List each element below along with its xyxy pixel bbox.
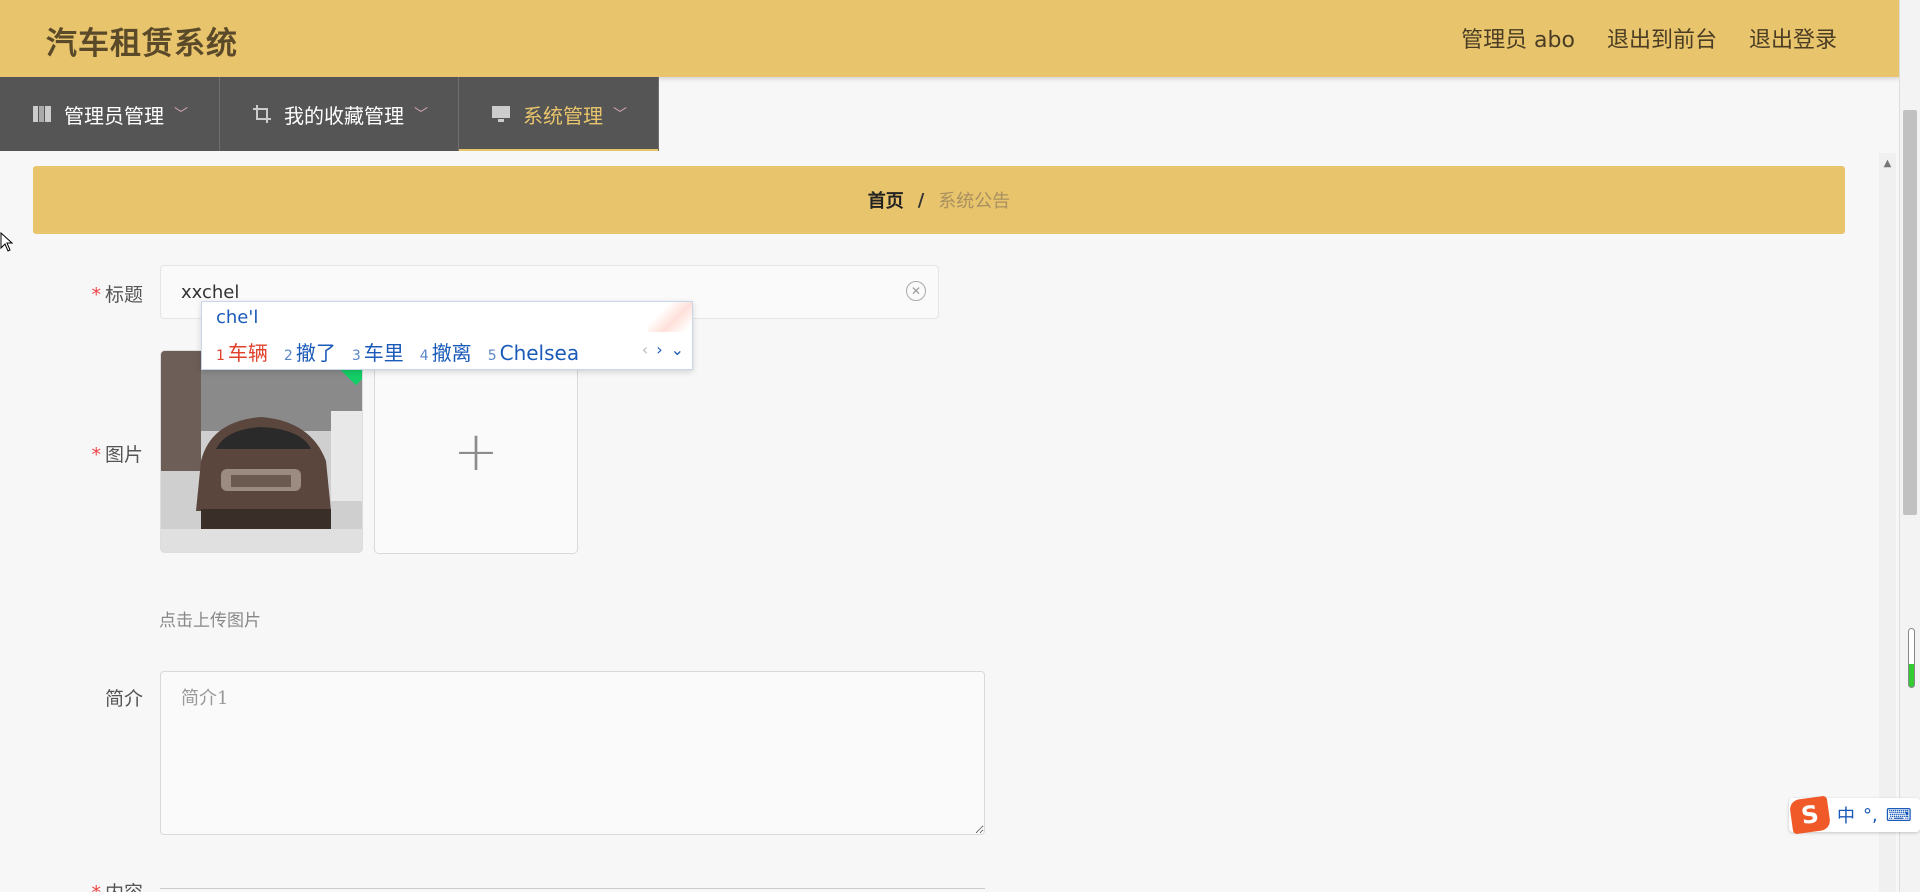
candidate-number: 5 bbox=[487, 348, 497, 364]
building-icon bbox=[32, 104, 52, 124]
candidate-number: 1 bbox=[216, 348, 225, 364]
ime-candidate[interactable]: 5 Chelsea bbox=[488, 341, 579, 365]
ime-punct-toggle[interactable]: °, bbox=[1863, 805, 1878, 826]
main-nav: 管理员管理 ﹀ 我的收藏管理 ﹀ 系统管理 ﹀ bbox=[0, 77, 659, 151]
plus-icon: + bbox=[453, 420, 499, 483]
breadcrumb-separator: / bbox=[917, 189, 925, 211]
candidate-text: 车辆 bbox=[227, 341, 268, 365]
admin-user-label[interactable]: 管理员 abo bbox=[1461, 22, 1575, 54]
uploaded-car-image[interactable] bbox=[160, 350, 363, 553]
ime-toolbar: S 中 °, ⌨ bbox=[1788, 795, 1920, 835]
logout-link[interactable]: 退出登录 bbox=[1749, 22, 1837, 54]
ime-composition: che'l bbox=[216, 307, 259, 328]
prev-page-icon[interactable]: ‹ bbox=[642, 340, 648, 359]
candidate-number: 4 bbox=[419, 348, 429, 364]
candidate-text: 撤离 bbox=[431, 341, 472, 365]
candidate-text: 撤了 bbox=[295, 341, 336, 365]
required-mark: * bbox=[91, 444, 101, 466]
content-editor[interactable] bbox=[160, 888, 985, 892]
intro-textarea-wrap bbox=[160, 671, 985, 835]
ime-candidate[interactable]: 4 撤离 bbox=[420, 337, 472, 366]
ime-candidate[interactable]: 1 车辆 bbox=[216, 337, 268, 366]
upload-image-button[interactable]: + bbox=[374, 350, 578, 554]
nav-admin-management-label: 管理员管理 bbox=[64, 103, 164, 128]
sogou-logo-icon[interactable]: S bbox=[1788, 795, 1832, 835]
required-mark: * bbox=[91, 284, 101, 306]
top-header: 汽车租赁系统 管理员 abo 退出到前台 退出登录 bbox=[0, 0, 1899, 77]
header-links: 管理员 abo 退出到前台 退出登录 bbox=[1461, 22, 1837, 54]
mouse-cursor-icon bbox=[0, 232, 14, 252]
battery-indicator-icon bbox=[1908, 628, 1915, 688]
nav-system-management-label: 系统管理 bbox=[523, 103, 603, 128]
title-label: * 标题 bbox=[33, 280, 143, 307]
expand-icon[interactable]: ⌄ bbox=[671, 340, 684, 359]
upload-hint: 点击上传图片 bbox=[159, 611, 261, 631]
breadcrumb-home[interactable]: 首页 bbox=[868, 187, 904, 213]
content-label-text: 内容 bbox=[105, 882, 143, 892]
required-mark: * bbox=[91, 882, 101, 892]
breadcrumb: 首页 / 系统公告 bbox=[33, 166, 1845, 234]
breadcrumb-current: 系统公告 bbox=[938, 191, 1011, 212]
nav-system-management[interactable]: 系统管理 ﹀ bbox=[459, 77, 659, 151]
brand-title: 汽车租赁系统 bbox=[46, 26, 238, 62]
candidate-number: 2 bbox=[283, 348, 293, 364]
candidate-number: 3 bbox=[351, 348, 361, 364]
ime-candidate-popup: che'l 1 车辆 2 撤了 3 车里 4 撤离 5 Chelsea ‹ › ⌄ bbox=[201, 301, 693, 370]
chevron-down-icon: ﹀ bbox=[174, 107, 188, 123]
scrollbar-thumb[interactable] bbox=[1903, 110, 1917, 515]
ime-candidate[interactable]: 2 撤了 bbox=[284, 337, 336, 366]
content-scrollbar[interactable]: ▲ bbox=[1879, 153, 1896, 892]
intro-label: 简介 bbox=[33, 684, 143, 711]
ime-candidates: 1 车辆 2 撤了 3 车里 4 撤离 5 Chelsea bbox=[216, 337, 579, 366]
candidate-text: Chelsea bbox=[499, 341, 580, 365]
title-label-text: 标题 bbox=[104, 284, 143, 306]
nav-favorites-management[interactable]: 我的收藏管理 ﹀ bbox=[220, 77, 459, 151]
crop-icon bbox=[252, 104, 272, 124]
keyboard-icon[interactable]: ⌨ bbox=[1886, 805, 1912, 826]
content-label: * 内容 bbox=[33, 878, 143, 892]
ime-decoration bbox=[648, 302, 692, 332]
next-page-icon[interactable]: › bbox=[656, 340, 662, 359]
intro-label-text: 简介 bbox=[104, 688, 143, 710]
image-label: * 图片 bbox=[33, 440, 143, 467]
image-label-text: 图片 bbox=[104, 444, 143, 466]
nav-favorites-management-label: 我的收藏管理 bbox=[284, 103, 404, 128]
monitor-icon bbox=[491, 104, 511, 124]
ime-candidate[interactable]: 3 车里 bbox=[352, 337, 404, 366]
ime-pager: ‹ › ⌄ bbox=[642, 340, 684, 359]
chevron-down-icon: ﹀ bbox=[414, 107, 428, 123]
intro-textarea[interactable] bbox=[161, 672, 984, 834]
front-page-link[interactable]: 退出到前台 bbox=[1607, 22, 1717, 54]
ime-mode-toggle[interactable]: 中 bbox=[1837, 802, 1855, 828]
scroll-up-icon[interactable]: ▲ bbox=[1879, 157, 1896, 171]
window-scrollbar[interactable] bbox=[1899, 0, 1920, 892]
clear-icon[interactable]: ✕ bbox=[906, 281, 926, 301]
nav-admin-management[interactable]: 管理员管理 ﹀ bbox=[0, 77, 220, 151]
chevron-down-icon: ﹀ bbox=[613, 107, 627, 123]
candidate-text: 车里 bbox=[363, 341, 404, 365]
